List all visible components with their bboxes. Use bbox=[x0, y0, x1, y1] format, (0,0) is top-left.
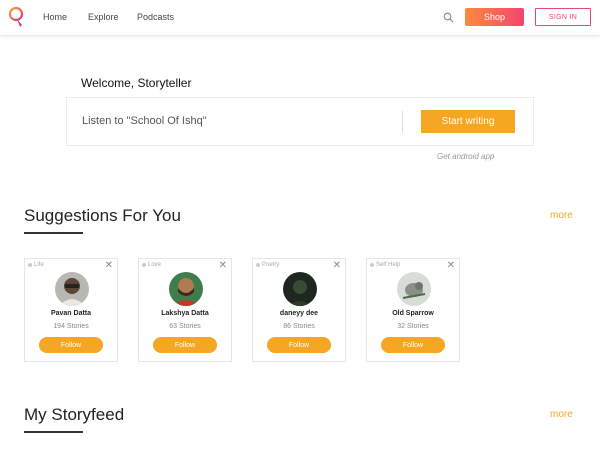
avatar[interactable] bbox=[55, 272, 89, 306]
nav-explore-link[interactable]: Explore bbox=[88, 12, 119, 22]
start-writing-button[interactable]: Start writing bbox=[421, 110, 515, 133]
tag-dot-icon bbox=[28, 263, 32, 267]
card-tag: Love bbox=[142, 262, 161, 268]
follow-button[interactable]: Follow bbox=[381, 337, 445, 353]
storyfeed-title: My Storyfeed bbox=[24, 405, 125, 424]
nav-podcasts-link[interactable]: Podcasts bbox=[137, 12, 174, 22]
tag-dot-icon bbox=[142, 263, 146, 267]
card-user-name[interactable]: daneyy dee bbox=[253, 310, 345, 317]
search-icon[interactable] bbox=[443, 12, 454, 23]
suggestion-card: Life ✕ Pavan Datta 194 Stories Follow bbox=[24, 258, 118, 362]
avatar[interactable] bbox=[283, 272, 317, 306]
vertical-divider bbox=[402, 111, 403, 133]
shop-button[interactable]: Shop bbox=[465, 8, 524, 26]
close-icon[interactable]: ✕ bbox=[333, 260, 341, 271]
card-user-name[interactable]: Pavan Datta bbox=[25, 310, 117, 317]
follow-button[interactable]: Follow bbox=[39, 337, 103, 353]
listen-prompt-text[interactable]: Listen to "School Of Ishq" bbox=[82, 115, 207, 127]
suggestions-title: Suggestions For You bbox=[24, 206, 181, 225]
avatar[interactable] bbox=[169, 272, 203, 306]
card-story-count: 194 Stories bbox=[53, 323, 89, 330]
close-icon[interactable]: ✕ bbox=[447, 260, 455, 271]
card-tag: Life bbox=[28, 262, 44, 268]
get-android-app-link[interactable]: Get android app bbox=[437, 152, 494, 161]
card-tag-label: Self Help bbox=[376, 262, 401, 268]
card-tag: Self Help bbox=[370, 262, 400, 268]
nav-home-link[interactable]: Home bbox=[43, 12, 67, 22]
card-user-name[interactable]: Old Sparrow bbox=[367, 310, 459, 317]
follow-button[interactable]: Follow bbox=[267, 337, 331, 353]
card-tag-label: Life bbox=[34, 262, 44, 268]
storyteller-logo-icon[interactable] bbox=[8, 5, 24, 30]
card-story-count: 32 Stories bbox=[397, 323, 429, 330]
storyfeed-underline bbox=[24, 431, 83, 433]
close-icon[interactable]: ✕ bbox=[219, 260, 227, 271]
suggestion-card: Love ✕ Lakshya Datta 63 Stories Follow bbox=[138, 258, 232, 362]
storyfeed-more-link[interactable]: more bbox=[550, 409, 573, 420]
avatar[interactable] bbox=[397, 272, 431, 306]
card-story-count: 63 Stories bbox=[169, 323, 201, 330]
top-navbar: Home Explore Podcasts Shop SIGN IN bbox=[0, 0, 600, 35]
suggestions-more-link[interactable]: more bbox=[550, 210, 573, 221]
suggestions-underline bbox=[24, 232, 83, 234]
card-tag-label: Love bbox=[148, 262, 162, 268]
suggestion-card: Self Help ✕ Old Sparrow 32 Stories Follo… bbox=[366, 258, 460, 362]
card-tag: Poetry bbox=[256, 262, 279, 268]
follow-button[interactable]: Follow bbox=[153, 337, 217, 353]
card-user-name[interactable]: Lakshya Datta bbox=[139, 310, 231, 317]
tag-dot-icon bbox=[370, 263, 374, 267]
tag-dot-icon bbox=[256, 263, 260, 267]
welcome-greeting: Welcome, Storyteller bbox=[81, 76, 192, 90]
card-story-count: 86 Stories bbox=[283, 323, 315, 330]
suggestion-card: Poetry ✕ daneyy dee 86 Stories Follow bbox=[252, 258, 346, 362]
listen-prompt-box: Listen to "School Of Ishq" Start writing bbox=[66, 97, 534, 146]
sign-in-button[interactable]: SIGN IN bbox=[535, 8, 591, 26]
close-icon[interactable]: ✕ bbox=[105, 260, 113, 271]
card-tag-label: Poetry bbox=[262, 262, 280, 268]
